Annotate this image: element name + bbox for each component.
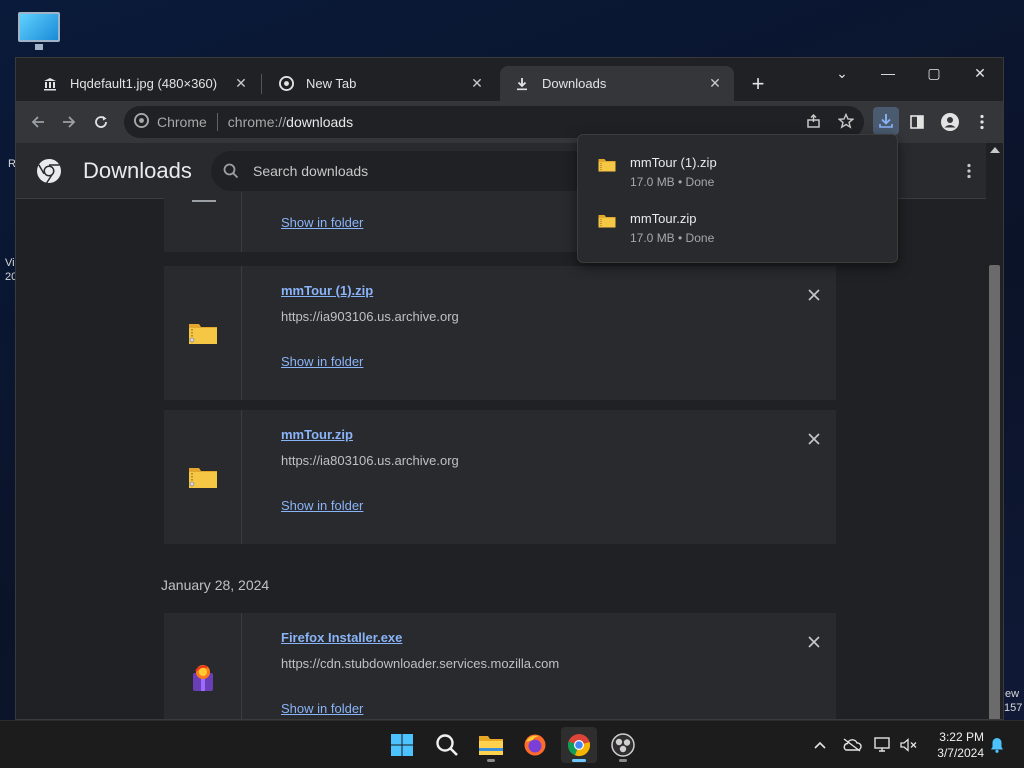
bubble-download-item[interactable]: mmTour.zip 17.0 MB • Done	[578, 204, 897, 254]
show-in-folder-link[interactable]: Show in folder	[281, 215, 363, 230]
close-icon[interactable]: ✕	[468, 75, 486, 93]
clock-time: 3:22 PM	[939, 730, 984, 744]
file-name-link[interactable]: Firefox Installer.exe	[281, 630, 402, 645]
file-source-url[interactable]: https://cdn.stubdownloader.services.mozi…	[281, 656, 559, 671]
chrome-icon	[134, 113, 149, 131]
page-title: Downloads	[83, 158, 192, 183]
tab-new-tab[interactable]: New Tab ✕	[264, 66, 496, 101]
download-card: mmTour (1).zip https://ia903106.us.archi…	[164, 266, 836, 400]
network-icon[interactable]	[873, 735, 893, 755]
close-icon[interactable]: ✕	[706, 75, 724, 93]
close-icon	[808, 433, 820, 445]
obs-icon[interactable]	[605, 727, 641, 763]
desktop-text-fragment: 157	[1004, 702, 1023, 714]
remove-download-button[interactable]	[804, 285, 824, 305]
show-in-folder-link[interactable]: Show in folder	[281, 498, 363, 513]
chrome-menu-button[interactable]	[970, 110, 994, 134]
zip-folder-icon	[598, 215, 616, 228]
search-downloads-input[interactable]	[253, 163, 553, 179]
zip-folder-icon	[189, 468, 217, 488]
file-source-url[interactable]: https://ia803106.us.archive.org	[281, 453, 459, 468]
reload-button[interactable]	[89, 110, 113, 134]
scroll-up-arrow-icon[interactable]	[990, 147, 1000, 153]
search-icon[interactable]	[429, 727, 465, 763]
desktop-text-fragment: ew	[1005, 688, 1020, 700]
chrome-icon[interactable]	[561, 727, 597, 763]
file-name-link[interactable]: mmTour.zip	[281, 427, 353, 442]
bubble-download-item[interactable]: mmTour (1).zip 17.0 MB • Done	[578, 148, 897, 198]
clock-date: 3/7/2024	[937, 746, 984, 760]
omnibox-divider	[216, 113, 218, 131]
museum-icon	[42, 76, 58, 92]
desktop-text-fragment: Vi	[5, 257, 15, 269]
download-icon	[879, 114, 893, 128]
chrome-icon	[278, 76, 294, 92]
remove-download-button[interactable]	[804, 632, 824, 652]
close-icon	[808, 636, 820, 648]
tab-downloads[interactable]: Downloads ✕	[500, 66, 734, 101]
url-scheme: chrome://	[227, 114, 287, 130]
chrome-logo-icon	[37, 159, 61, 184]
download-card: mmTour.zip https://ia803106.us.archive.o…	[164, 410, 836, 544]
cloud-offline-icon[interactable]	[842, 735, 862, 755]
side-panel-button[interactable]	[905, 110, 929, 134]
more-vert-icon	[967, 163, 971, 179]
tab-title: New Tab	[306, 76, 357, 91]
zip-folder-icon	[189, 324, 217, 344]
bubble-file-status: 17.0 MB • Done	[630, 231, 715, 245]
profile-button[interactable]	[938, 110, 962, 134]
bubble-file-name: mmTour.zip	[630, 211, 697, 226]
downloads-bubble: mmTour (1).zip 17.0 MB • Done mmTour.zip…	[577, 134, 898, 263]
tab-title: Hqdefault1.jpg (480×360)	[70, 76, 218, 91]
close-window-button[interactable]: ✕	[957, 58, 1003, 88]
taskbar-clock[interactable]: 3:22 PM 3/7/2024	[920, 729, 984, 761]
file-source-url[interactable]: https://ia903106.us.archive.org	[281, 309, 459, 324]
file-name-link[interactable]: mmTour (1).zip	[281, 283, 373, 298]
file-explorer-icon[interactable]	[473, 727, 509, 763]
zip-folder-icon	[598, 159, 616, 172]
profile-icon	[941, 113, 959, 131]
more-vert-icon	[980, 114, 984, 130]
taskbar: 3:22 PM 3/7/2024	[0, 720, 1024, 768]
new-tab-button[interactable]: +	[746, 71, 770, 96]
remove-download-button[interactable]	[804, 429, 824, 449]
search-icon	[223, 163, 239, 179]
download-icon	[514, 76, 530, 92]
close-icon	[808, 289, 820, 301]
tab-hqdefault[interactable]: Hqdefault1.jpg (480×360) ✕	[28, 66, 260, 101]
speaker-muted-icon[interactable]	[899, 735, 919, 755]
chevron-up-icon[interactable]	[810, 735, 830, 755]
tab-search-button[interactable]: ⌄	[819, 58, 865, 88]
download-card: Firefox Installer.exe https://cdn.stubdo…	[164, 613, 836, 719]
more-actions-button[interactable]	[958, 160, 980, 182]
windows-start-icon[interactable]	[384, 727, 420, 763]
url-host: downloads	[286, 114, 354, 130]
firefox-icon[interactable]	[517, 727, 553, 763]
bubble-file-name: mmTour (1).zip	[630, 155, 717, 170]
page-scrollbar[interactable]	[986, 143, 1003, 719]
bubble-file-status: 17.0 MB • Done	[630, 175, 715, 189]
tab-title: Downloads	[542, 76, 607, 91]
firefox-installer-icon	[193, 665, 213, 691]
downloads-toolbar-button[interactable]	[873, 107, 899, 135]
site-chip: Chrome	[157, 114, 207, 130]
maximize-button[interactable]: ▢	[911, 58, 957, 88]
notification-bell-icon[interactable]	[987, 735, 1007, 755]
minimize-button[interactable]: —	[865, 58, 911, 88]
scrollbar-thumb[interactable]	[989, 265, 1000, 719]
search-downloads-field[interactable]	[211, 151, 591, 191]
tab-separator	[261, 74, 262, 94]
file-icon-partial	[192, 200, 216, 202]
share-icon[interactable]	[806, 113, 822, 132]
show-in-folder-link[interactable]: Show in folder	[281, 701, 363, 716]
tab-strip: Hqdefault1.jpg (480×360) ✕ New Tab ✕ Dow…	[16, 58, 1003, 101]
downloads-list: Show in folder mmTour (1).zip https://ia…	[16, 192, 1003, 719]
bookmark-star-icon[interactable]	[837, 112, 855, 132]
back-button[interactable]	[26, 110, 50, 134]
date-group-heading: January 28, 2024	[161, 577, 270, 593]
show-in-folder-link[interactable]: Show in folder	[281, 354, 363, 369]
this-pc-desktop-icon[interactable]	[18, 10, 60, 50]
forward-button[interactable]	[57, 110, 81, 134]
close-icon[interactable]: ✕	[232, 75, 250, 93]
